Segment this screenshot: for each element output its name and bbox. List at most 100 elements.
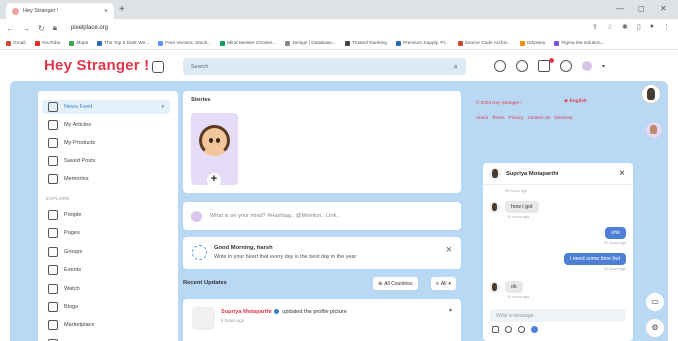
friends-icon[interactable] [516,60,528,72]
sidebar-panel-icon[interactable]: ▯ [637,23,641,31]
chevron-down-icon[interactable]: ▾ [161,104,164,110]
sidebar-item[interactable]: Watch [48,282,170,296]
add-story-icon[interactable]: + [207,173,221,187]
tab-close-icon[interactable]: × [104,8,108,15]
bookmark-label: Odyssey [526,40,546,46]
sidebar-item[interactable]: My Products [48,136,170,150]
bookmark-item[interactable]: The Top 5 Dark We... [97,40,149,46]
sidebar-item-label: Memories [64,176,89,182]
share-icon[interactable]: ⇪ [592,23,598,31]
chat-message: ok [505,281,523,293]
notification-badge [549,58,554,63]
sidebar-item-label: Pages [64,230,80,237]
bookmark-item[interactable]: Premium Supply, Pl... [395,40,449,46]
bookmark-icon [220,40,226,46]
sidebar-item-label: Saved Posts [64,158,96,164]
bookmark-item[interactable]: Free Vectors, Stock... [158,40,211,46]
new-tab-button[interactable]: + [119,4,125,15]
bookmark-item[interactable]: Design | Database... [285,40,336,46]
close-icon[interactable]: × [619,168,625,179]
sidebar-item[interactable]: My Articles [48,118,170,132]
sidebar-item[interactable]: Saved Posts [48,154,170,168]
sidebar-item-label: My Products [64,140,96,146]
maximize-icon[interactable]: ◻ [638,4,645,13]
sun-icon [192,245,207,260]
browser-tab[interactable]: Hey Stranger ! × [6,3,114,19]
sidebar-item-label: Watch [64,285,80,292]
footer-link[interactable]: Contact Us [528,115,551,120]
search-bar[interactable]: Search ⌕ [183,58,466,75]
bookmark-item[interactable]: Source Code Archiv... [457,40,511,46]
user-avatar[interactable] [582,61,592,71]
settings-icon[interactable]: ⚙ [646,319,664,337]
post-input[interactable]: What is on your mind? #Hashtag.. @Mentio… [210,213,339,219]
reload-icon[interactable]: ↻ [38,24,45,33]
bookmark-icon [6,40,11,46]
add-icon[interactable] [494,60,506,72]
bookmark-item[interactable]: Gmail [6,40,26,46]
country-filter-label: All Countries [384,280,413,287]
messages-icon[interactable] [538,60,550,72]
bookmark-item[interactable]: YouTube [34,40,60,46]
extensions-icon[interactable]: ✱ [622,23,628,31]
chat-message-input[interactable]: Write a message [490,309,626,322]
sidebar-item[interactable]: Marketplace [48,318,170,332]
language-selector[interactable]: ◉ English [564,99,587,104]
bookmark-item[interactable]: Odyssey [519,40,546,46]
close-icon[interactable]: × [446,244,452,256]
menu-icon[interactable]: ⋮ [663,23,670,31]
sidebar-item[interactable]: News Feed ▾ [42,100,170,114]
microphone-icon[interactable] [505,326,512,333]
sidebar-item[interactable]: People [48,208,170,222]
country-filter[interactable]: ⊕ All Countries [373,277,418,290]
sidebar-item[interactable]: Pages [48,226,170,240]
notifications-icon[interactable] [560,60,572,72]
chat-bubble-icon[interactable]: ▭ [646,293,664,311]
sidebar-item[interactable]: Groups [48,245,170,259]
memoji-avatar [199,125,230,156]
forward-icon[interactable]: → [22,24,30,33]
star-icon[interactable]: ☆ [607,23,613,31]
url-field[interactable]: pixelplace.org [71,25,108,31]
color-icon[interactable] [531,326,538,333]
footer-link[interactable]: Directory [554,115,572,120]
type-filter[interactable]: ≡ All ▾ [431,277,456,290]
marketplace-icon [48,320,58,331]
tab-title: Hey Stranger ! [23,8,59,14]
chevron-down-icon[interactable]: ▾ [449,307,452,314]
feed-post-thumbnail[interactable] [192,307,215,330]
home-icon[interactable] [152,61,164,73]
bookmark-item[interactable]: Mind Meister Chosen... [220,40,276,46]
chat-contact-name[interactable]: Supriya Motaparthi [506,171,559,177]
newsfeed-icon [48,102,58,112]
search-input[interactable]: Search [191,64,454,70]
profile-icon[interactable]: ● [650,23,654,31]
sidebar-item[interactable]: Blogs [48,300,170,314]
search-icon[interactable]: ⌕ [454,62,458,72]
minimize-icon[interactable]: — [616,4,624,13]
feed-post-author[interactable]: Supriya Motaparthi [221,309,272,315]
close-window-icon[interactable]: ✕ [660,4,667,13]
create-post-bar[interactable]: What is on your mind? #Hashtag.. @Mentio… [183,202,461,230]
back-icon[interactable]: ← [6,24,14,33]
site-logo[interactable]: Hey Stranger ! [44,57,149,74]
online-user-avatar[interactable] [641,84,661,104]
bookmark-item[interactable]: Figma the solution... [554,40,605,46]
footer-link[interactable]: Terms [492,115,505,120]
sidebar-item[interactable]: Memories [48,172,170,186]
memories-icon [48,174,58,184]
chevron-down-icon[interactable]: ▾ [602,63,605,70]
online-user-avatar[interactable] [646,122,662,138]
sidebar-item[interactable]: Events [48,263,170,277]
list-icon: ≡ [436,280,439,287]
footer-link[interactable]: About [476,115,488,120]
footer-link[interactable]: Privacy [509,115,524,120]
bookmark-item[interactable]: Maps [69,40,88,46]
create-story[interactable]: + [191,113,238,187]
emoji-icon[interactable] [518,326,525,333]
message-time: 20 hours ago [603,267,626,271]
bookmark-icon [519,40,525,46]
sidebar-item[interactable]: Offers [48,337,170,341]
image-icon[interactable] [492,326,499,333]
bookmark-item[interactable]: Trusted Ranking [344,40,387,46]
